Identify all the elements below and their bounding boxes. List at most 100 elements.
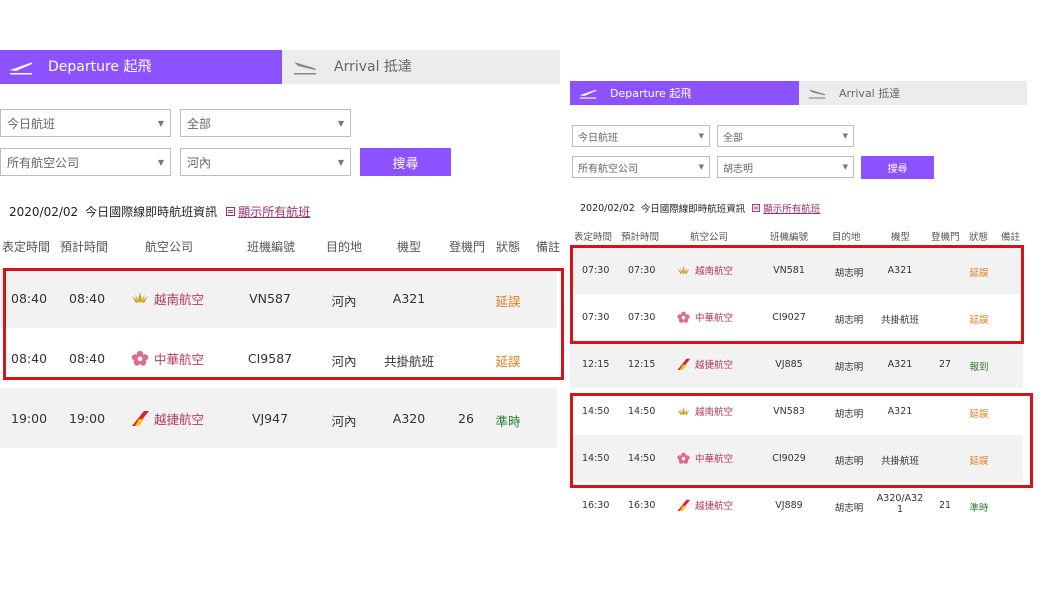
highlight-box [3,268,564,380]
direction-tabs: Departure 起飛 Arrival 抵達 [570,81,1027,105]
airline-cell: 越捷航空 [676,498,733,512]
status-badge: 準時 [495,413,521,429]
column-header: 狀態 [969,232,989,243]
chevron-down-icon: ▼ [842,163,848,171]
column-header: 備註 [1001,232,1021,243]
date-select[interactable]: 今日航班 ▼ [572,125,710,147]
aircraft-type: A320 [392,410,426,426]
table-row[interactable]: 16:30 16:30 越捷航空 VJ889 胡志明 A320/A321 21 準時 [570,482,1023,529]
show-all-flights-link[interactable]: 顯示所有航班 [752,201,820,215]
terminal-select[interactable]: 全部 ▼ [180,109,351,137]
column-header: 航空公司 [690,232,729,243]
list-icon [226,207,236,216]
flight-info-line: 2020/02/02 今日國際線即時航班資訊 顯示所有航班 [580,201,820,216]
column-header: 登機門 [449,240,486,254]
date-select-value: 今日航班 [578,132,618,144]
show-all-flights-label: 顯示所有航班 [238,205,311,219]
terminal-select[interactable]: 全部 ▼ [717,125,854,147]
scheduled-time: 19:00 [11,410,48,426]
show-all-flights-label: 顯示所有航班 [763,204,821,215]
arrival-plane-icon [808,89,826,99]
tab-departure-label: Departure 起飛 [48,59,152,75]
scheduled-time: 12:15 [582,358,610,370]
search-button[interactable]: 搜尋 [360,148,451,176]
destination-select-value: 河內 [187,155,212,170]
aircraft-type: A321 [887,358,913,370]
info-description: 今日國際線即時航班資訊 [640,204,746,215]
table-header: 表定時間 預計時間 航空公司 班機編號 目的地 機型 登機門 狀態 備註 [570,229,1025,245]
column-header: 預計時間 [621,232,660,243]
column-header: 班機編號 [247,240,296,254]
estimated-time: 19:00 [69,410,106,426]
gate: 27 [938,358,952,370]
terminal-select-value: 全部 [723,132,743,144]
airline-cell: 越捷航空 [130,409,204,428]
vietjet-tail-logo-icon [132,410,149,426]
departure-plane-icon [10,62,33,75]
info-date: 2020/02/02 [580,202,635,214]
destination-select[interactable]: 河內 ▼ [180,148,351,176]
terminal-select-value: 全部 [187,116,212,131]
departure-board-hcmc: Departure 起飛 Arrival 抵達 今日航班 ▼ 全部 ▼ 所有航空公司… [570,81,1033,596]
tab-departure[interactable]: Departure 起飛 [570,81,799,105]
tab-departure[interactable]: Departure 起飛 [0,50,282,84]
scheduled-time: 16:30 [582,499,610,511]
flight-number: VJ889 [775,499,803,511]
destination-select-value: 胡志明 [723,163,753,175]
airline-select-value: 所有航空公司 [578,163,638,175]
vietjet-tail-logo-icon [677,358,691,370]
column-header: 班機編號 [770,232,809,243]
destination: 胡志明 [834,361,864,373]
column-header: 目的地 [326,240,363,254]
column-header: 機型 [397,240,422,254]
gate: 26 [458,410,474,426]
airline-name: 越捷航空 [695,360,734,372]
date-select[interactable]: 今日航班 ▼ [0,109,171,137]
highlight-box [570,245,1024,344]
tab-arrival-label: Arrival 抵達 [334,59,412,75]
column-header: 預計時間 [60,240,109,254]
column-header: 表定時間 [574,232,613,243]
show-all-flights-link[interactable]: 顯示所有航班 [226,203,310,220]
table-row[interactable]: 12:15 12:15 越捷航空 VJ885 胡志明 A321 27 報到 [570,341,1023,388]
airline-name: 越捷航空 [154,411,205,427]
chevron-down-icon: ▼ [698,132,704,140]
departure-board-hanoi: Departure 起飛 Arrival 抵達 今日航班 ▼ 全部 ▼ 所有航空公司… [0,50,564,450]
estimated-time: 12:15 [628,358,656,370]
column-header: 備註 [536,240,561,254]
table-row[interactable]: 19:00 19:00 越捷航空 VJ947 河內 A320 26 準時 [0,388,557,448]
airline-select[interactable]: 所有航空公司 ▼ [0,148,171,176]
column-header: 目的地 [832,232,861,243]
search-button[interactable]: 搜尋 [861,156,934,179]
info-description: 今日國際線即時航班資訊 [85,205,218,219]
airline-cell: 越捷航空 [676,357,733,371]
column-header: 登機門 [931,232,960,243]
aircraft-type: A320/A321 [876,493,924,516]
chevron-down-icon: ▼ [698,163,704,171]
tab-arrival-label: Arrival 抵達 [839,86,901,100]
column-header: 狀態 [496,240,521,254]
highlight-box [570,393,1033,488]
direction-tabs: Departure 起飛 Arrival 抵達 [0,50,560,84]
list-icon [752,204,761,212]
airline-select[interactable]: 所有航空公司 ▼ [572,156,710,178]
destination: 河內 [331,413,357,429]
tab-arrival[interactable]: Arrival 抵達 [282,50,560,84]
destination: 胡志明 [834,502,864,514]
column-header: 航空公司 [145,240,194,254]
chevron-down-icon: ▼ [842,132,848,140]
vietjet-tail-logo-icon [677,499,691,511]
table-header: 表定時間 預計時間 航空公司 班機編號 目的地 機型 登機門 狀態 備註 [0,238,560,258]
destination-select[interactable]: 胡志明 ▼ [717,156,854,178]
tab-arrival[interactable]: Arrival 抵達 [799,81,1027,105]
flight-number: VJ947 [251,410,289,426]
chevron-down-icon: ▼ [157,118,164,128]
departure-plane-icon [579,89,597,99]
flight-info-line: 2020/02/02 今日國際線即時航班資訊 顯示所有航班 [9,203,310,220]
flight-number: VJ885 [775,358,803,370]
airline-select-value: 所有航空公司 [7,155,80,170]
info-date: 2020/02/02 [9,204,79,219]
chevron-down-icon: ▼ [337,118,344,128]
status-badge: 報到 [969,361,989,373]
airline-name: 越捷航空 [695,501,734,513]
